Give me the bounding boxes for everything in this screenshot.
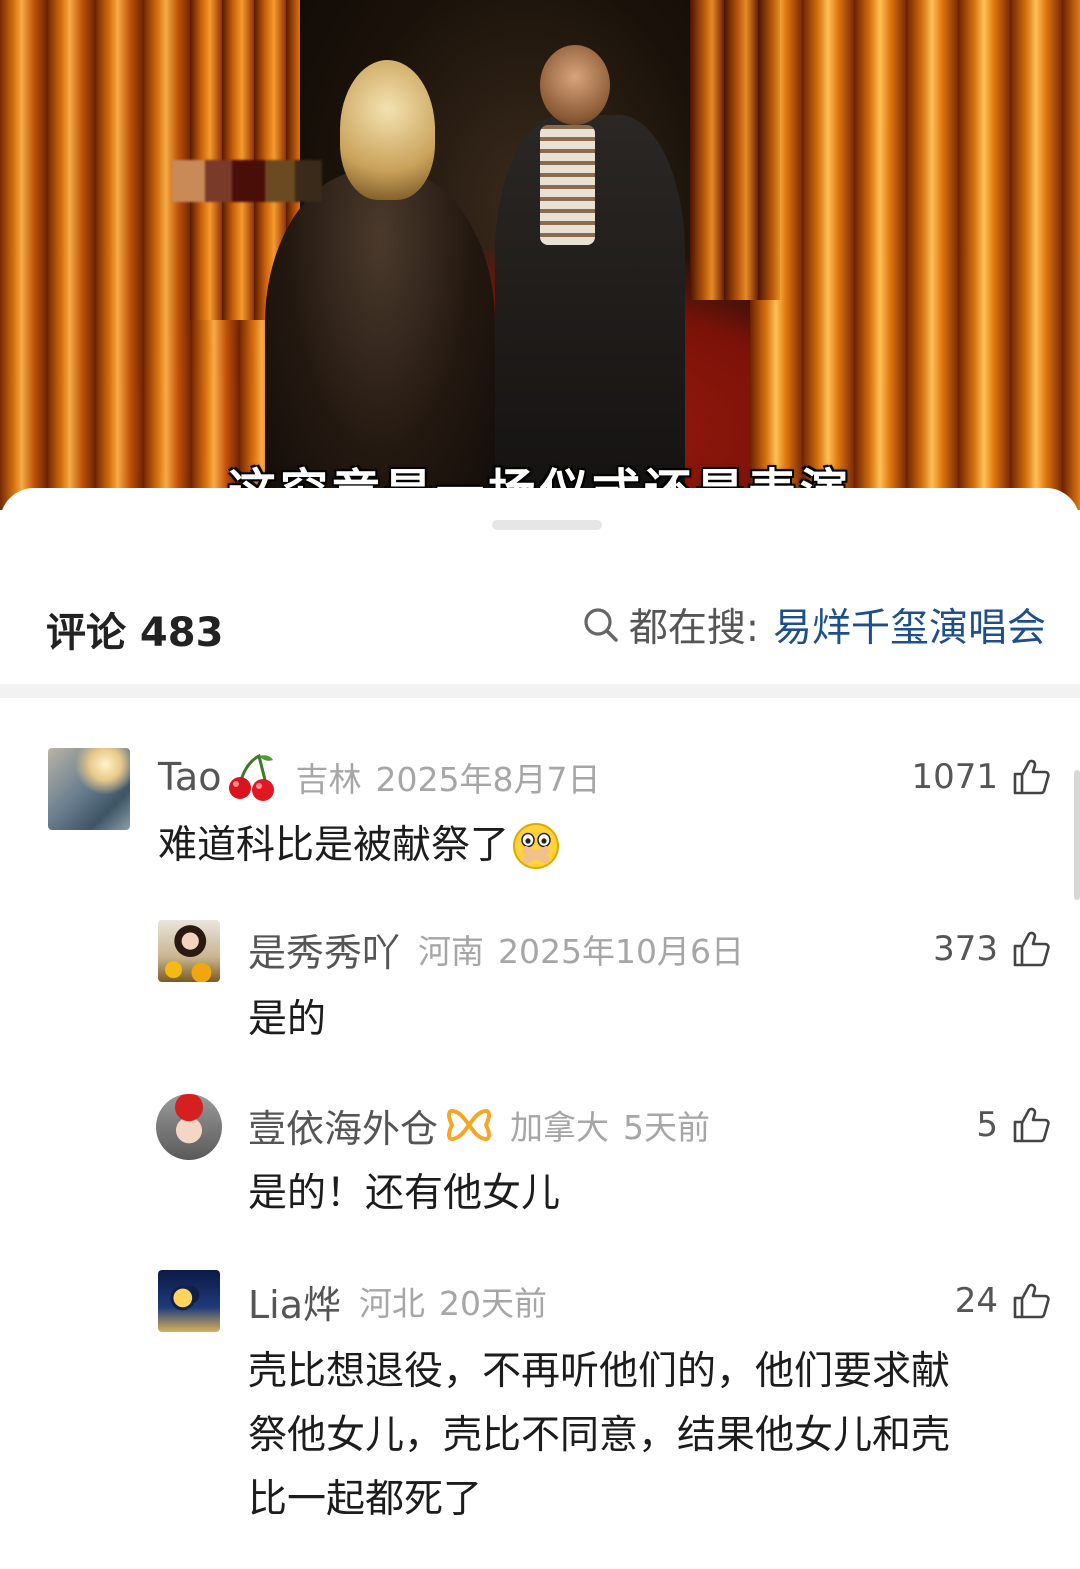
avatar[interactable] [48, 748, 130, 830]
like-count: 24 [954, 1281, 998, 1321]
thumbs-up-icon [1013, 1107, 1050, 1143]
like-count: 5 [976, 1105, 998, 1145]
avatar[interactable] [158, 1270, 220, 1332]
comment-author[interactable]: Lia烨 [248, 1274, 341, 1329]
cherry-icon [229, 753, 275, 801]
reply-item: Lia烨 河北 20天前 24 壳比想退役，不再听他们的，他们要求献 祭他女儿，… [0, 1270, 1080, 1530]
section-divider [0, 684, 1080, 698]
thumbs-up-icon [1013, 1283, 1050, 1319]
like-count: 1071 [911, 757, 998, 797]
reply-item: 壹依海外仓 加拿大 5天前 5 是的！还有他女儿 [0, 1094, 1080, 1234]
comment-author[interactable]: 是秀秀吖 [248, 922, 400, 977]
video-player[interactable]: 这究竟是一场仪式还是表演 [0, 0, 1080, 510]
comment-date: 2025年10月6日 [498, 932, 744, 971]
comment-text-row: 难道科比是被献祭了 [158, 814, 561, 878]
search-term-link[interactable]: 易烊千玺演唱会 [773, 597, 1046, 653]
comment-text-line: 祭他女儿，壳比不同意，结果他女儿和壳 [248, 1413, 951, 1458]
comment-text: 难道科比是被献祭了 [158, 823, 510, 868]
comment-date: 2025年8月7日 [375, 760, 601, 799]
orange-ribbon-badge-icon [447, 1109, 492, 1141]
like-button[interactable]: 5 [976, 1102, 1050, 1148]
reply-item: 是秀秀吖 河南 2025年10月6日 373 是的 [0, 920, 1080, 1060]
comment-location: 加拿大 [510, 1108, 610, 1147]
scrollbar[interactable] [1074, 770, 1080, 900]
comment-text: 是的！还有他女儿 [248, 1171, 561, 1216]
trending-search[interactable]: 都在搜: 易烊千玺演唱会 [581, 597, 1046, 653]
comment-date: 20天前 [439, 1284, 548, 1323]
avatar[interactable] [158, 920, 220, 982]
like-button[interactable]: 24 [955, 1278, 1050, 1324]
woman-figure [265, 60, 495, 510]
comment-text: 是的 [248, 997, 327, 1042]
right-curtain [750, 0, 1080, 510]
comment-text: 壳比想退役，不再听他们的，他们要求献 祭他女儿，壳比不同意，结果他女儿和壳 比一… [248, 1340, 1048, 1532]
comment-author[interactable]: 壹依海外仓 [248, 1098, 438, 1153]
thumbs-up-icon [1013, 759, 1050, 795]
comment-author[interactable]: Tao [158, 755, 221, 799]
avatar[interactable] [156, 1094, 222, 1160]
shushing-face-emoji-icon [513, 823, 560, 869]
mosaic-censor [172, 160, 322, 202]
like-count: 373 [933, 929, 998, 969]
comment-location: 河南 [418, 932, 485, 971]
comment-text-line: 比一起都死了 [248, 1477, 483, 1522]
thumbs-up-icon [1013, 931, 1050, 967]
like-button[interactable]: 373 [933, 926, 1050, 972]
sheet-drag-handle[interactable] [492, 520, 602, 530]
comment-location: 河北 [359, 1284, 426, 1323]
comments-count-title: 评论 483 [46, 610, 224, 656]
search-prefix: 都在搜: [628, 606, 759, 651]
like-button[interactable]: 1071 [911, 754, 1050, 800]
comment-text-line: 壳比想退役，不再听他们的，他们要求献 [248, 1349, 951, 1394]
search-icon [584, 608, 618, 642]
right-inner-curtain [690, 0, 780, 300]
man-figure [495, 45, 695, 510]
comment-item: Tao 吉林 2025年8月7日 1071 难道科比是被献祭了 [0, 740, 1080, 880]
comment-date: 5天前 [623, 1108, 711, 1147]
comment-location: 吉林 [295, 760, 362, 799]
